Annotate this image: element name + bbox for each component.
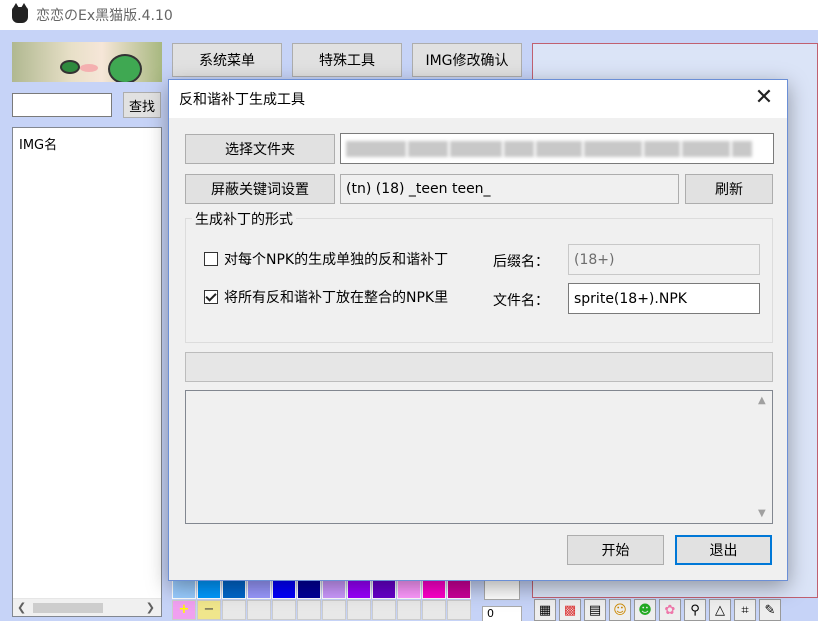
magnifier-icon[interactable]: ⚲: [684, 599, 706, 621]
empty-swatch[interactable]: [247, 600, 271, 620]
img-list-header: IMG名: [19, 138, 58, 153]
folder-path-field[interactable]: [340, 133, 774, 164]
keywords-display: (tn) (18) _teen teen_: [340, 174, 679, 204]
scroll-left-icon[interactable]: ❮: [17, 601, 26, 614]
color-blocks-icon[interactable]: ▩: [559, 599, 581, 621]
empty-swatch[interactable]: [372, 600, 396, 620]
crop-icon[interactable]: ⌗: [734, 599, 756, 621]
color-swatch[interactable]: [247, 579, 271, 599]
scroll-down-icon[interactable]: ▼: [758, 508, 766, 519]
filename-label: 文件名：: [493, 293, 549, 309]
film-icon[interactable]: ▤: [584, 599, 606, 621]
add-color-swatch[interactable]: +: [172, 600, 196, 620]
dialog-titlebar: 反和谐补丁生成工具 ✕: [169, 80, 787, 118]
cat-face-icon[interactable]: ☺: [609, 599, 631, 621]
green-cat-icon[interactable]: ☻: [634, 599, 656, 621]
empty-swatch[interactable]: [447, 600, 471, 620]
search-input[interactable]: [12, 93, 112, 117]
empty-swatch[interactable]: [347, 600, 371, 620]
option-merge-npk[interactable]: 将所有反和谐补丁放在整合的NPK里: [204, 287, 448, 307]
color-swatch[interactable]: [422, 579, 446, 599]
patch-format-group: 生成补丁的形式 对每个NPK的生成单独的反和谐补丁 将所有反和谐补丁放在整合的N…: [185, 209, 773, 343]
scroll-right-icon[interactable]: ❯: [146, 601, 155, 614]
dialog-title: 反和谐补丁生成工具: [179, 92, 305, 108]
color-palette: + −: [172, 579, 472, 621]
remove-color-swatch[interactable]: −: [197, 600, 221, 620]
option-merge-checkbox[interactable]: [204, 290, 218, 304]
main-titlebar: 恋恋のEx黑猫版.4.10: [0, 0, 818, 30]
toolbar-icons: ▦ ▩ ▤ ☺ ☻ ✿ ⚲ △ ⌗ ✎: [534, 599, 781, 621]
zoom-value: 0: [487, 607, 494, 620]
empty-swatch[interactable]: [322, 600, 346, 620]
filename-field[interactable]: sprite(18+).NPK: [568, 283, 760, 314]
empty-swatch[interactable]: [422, 600, 446, 620]
horizontal-scrollbar[interactable]: ❮ ❯: [13, 598, 161, 616]
progress-bar: [185, 352, 773, 382]
color-swatch[interactable]: [222, 579, 246, 599]
tab-system-menu[interactable]: 系统菜单: [172, 43, 282, 77]
color-swatch[interactable]: [322, 579, 346, 599]
anti-harmony-patch-dialog: 反和谐补丁生成工具 ✕ 选择文件夹 屏蔽关键词设置 (tn) (18) _tee…: [168, 79, 788, 581]
start-button[interactable]: 开始: [567, 535, 664, 565]
tab-img-confirm[interactable]: IMG修改确认: [412, 43, 522, 77]
empty-swatch[interactable]: [397, 600, 421, 620]
empty-swatch[interactable]: [297, 600, 321, 620]
filename-value: sprite(18+).NPK: [574, 290, 687, 307]
group-title: 生成补丁的形式: [192, 209, 296, 229]
empty-swatch[interactable]: [222, 600, 246, 620]
color-swatch[interactable]: [272, 579, 296, 599]
keyword-settings-button[interactable]: 屏蔽关键词设置: [185, 174, 335, 204]
window-title: 恋恋のEx黑猫版.4.10: [36, 8, 173, 24]
empty-swatch[interactable]: [272, 600, 296, 620]
pencil-icon[interactable]: ✎: [759, 599, 781, 621]
option-each-npk[interactable]: 对每个NPK的生成单独的反和谐补丁: [204, 249, 448, 269]
color-swatch[interactable]: [172, 579, 196, 599]
keywords-text: (tn) (18) _teen teen_: [346, 181, 491, 197]
color-swatch[interactable]: [397, 579, 421, 599]
close-icon[interactable]: ✕: [753, 87, 775, 110]
suffix-field: (18+): [568, 244, 760, 275]
option-merge-label: 将所有反和谐补丁放在整合的NPK里: [224, 290, 449, 306]
select-folder-button[interactable]: 选择文件夹: [185, 134, 335, 164]
color-swatch[interactable]: [297, 579, 321, 599]
scroll-up-icon[interactable]: ▲: [758, 395, 766, 406]
option-each-label: 对每个NPK的生成单独的反和谐补丁: [224, 252, 449, 268]
log-textarea[interactable]: ▲ ▼: [185, 390, 773, 524]
shape-icon[interactable]: △: [709, 599, 731, 621]
refresh-button[interactable]: 刷新: [685, 174, 773, 204]
suffix-label: 后缀名：: [493, 254, 549, 270]
color-swatch[interactable]: [197, 579, 221, 599]
suffix-value: (18+): [574, 251, 615, 268]
cat-app-icon: [12, 3, 28, 23]
paw-icon[interactable]: ✿: [659, 599, 681, 621]
vertical-scrollbar[interactable]: ▲ ▼: [754, 391, 772, 523]
option-each-checkbox[interactable]: [204, 252, 218, 266]
img-list[interactable]: IMG名 ❮ ❯: [12, 127, 162, 617]
exit-button[interactable]: 退出: [675, 535, 772, 565]
color-swatch[interactable]: [347, 579, 371, 599]
zoom-select[interactable]: 0: [482, 606, 522, 621]
scroll-thumb[interactable]: [33, 603, 103, 613]
palette-grid-icon[interactable]: ▦: [534, 599, 556, 621]
tab-special-tools[interactable]: 特殊工具: [292, 43, 402, 77]
search-button[interactable]: 查找: [123, 92, 161, 118]
color-swatch[interactable]: [447, 579, 471, 599]
character-portrait: [12, 42, 162, 82]
color-swatch[interactable]: [372, 579, 396, 599]
current-color-box[interactable]: [484, 580, 520, 600]
